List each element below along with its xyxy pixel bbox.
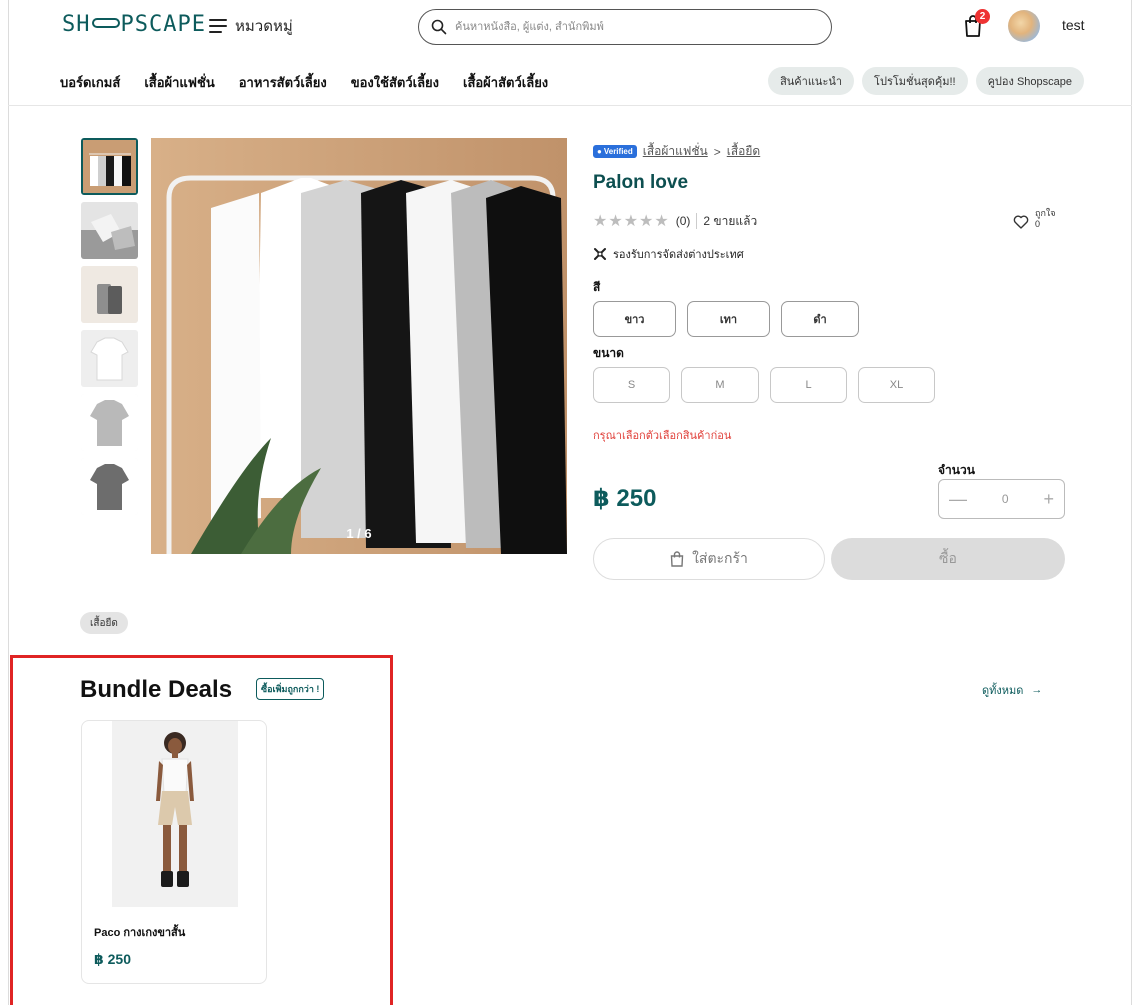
rating-divider xyxy=(696,213,698,229)
size-option-m[interactable]: M xyxy=(681,367,759,403)
add-to-cart-button[interactable]: ใส่ตะกร้า xyxy=(593,538,825,580)
logo-o-icon xyxy=(91,18,120,28)
shipping-text: รองรับการจัดส่งต่างประเทศ xyxy=(613,249,744,261)
category-menu-button[interactable]: หมวดหมู่ xyxy=(209,14,293,38)
see-all-label: ดูทั้งหมด xyxy=(982,685,1024,697)
thumbnail-list xyxy=(81,138,139,522)
verified-label: Verified xyxy=(603,147,633,156)
decrease-button[interactable]: — xyxy=(949,489,967,510)
bundle-product-name: Paco กางเกงขาสั้น xyxy=(94,927,186,939)
quantity-stepper: — 0 + xyxy=(938,479,1065,519)
see-all-link[interactable]: ดูทั้งหมด → xyxy=(982,681,1042,699)
bundle-badge: ซื้อเพิ่มถูกกว่า ! xyxy=(256,678,325,700)
like-button[interactable]: ถูกใจ 0 xyxy=(1013,208,1056,230)
menu-icon xyxy=(209,19,227,33)
search-input[interactable] xyxy=(455,21,815,33)
thumbnail-5[interactable] xyxy=(81,394,138,451)
breadcrumb-fashion[interactable]: เสื้อผ้าแฟชั่น xyxy=(643,142,708,161)
chip-recommended[interactable]: สินค้าแนะนำ xyxy=(768,67,855,95)
chip-promotion[interactable]: โปรโมชั่นสุดคุ้ม!! xyxy=(862,67,968,95)
thumbnail-6[interactable] xyxy=(81,458,138,515)
buy-button[interactable]: ซื้อ xyxy=(831,538,1065,580)
breadcrumb-separator: > xyxy=(713,144,721,159)
product-price: ฿ 250 xyxy=(593,485,657,512)
thumbnail-2[interactable] xyxy=(81,202,138,259)
verified-badge: ● Verified xyxy=(593,145,637,158)
arrow-right-icon: → xyxy=(1031,684,1043,696)
thumbnail-3[interactable] xyxy=(81,266,138,323)
search-icon xyxy=(431,19,447,35)
category-nav: บอร์ดเกมส์ เสื้อผ้าแฟชั่น อาหารสัตว์เลี้… xyxy=(60,72,548,93)
shopscape-logo[interactable]: SH PSCAPE xyxy=(62,12,206,37)
color-label: สี xyxy=(593,280,601,294)
add-to-cart-label: ใส่ตะกร้า xyxy=(692,550,748,566)
like-info: ถูกใจ 0 xyxy=(1035,208,1056,230)
size-option-l[interactable]: L xyxy=(770,367,847,403)
logo-text-left: SH xyxy=(62,12,91,37)
size-option-s[interactable]: S xyxy=(593,367,670,403)
bundle-product-image xyxy=(112,721,238,907)
product-tag[interactable]: เสื้อยืด xyxy=(80,612,128,634)
like-count: 0 xyxy=(1035,219,1041,229)
logo-text-right: PSCAPE xyxy=(120,12,206,37)
thumbnail-4[interactable] xyxy=(81,330,138,387)
main-product-image[interactable] xyxy=(151,138,567,554)
color-option-gray[interactable]: เทา xyxy=(687,301,770,337)
airplane-icon xyxy=(594,248,606,260)
rating-count: (0) xyxy=(675,214,691,228)
shipping-info: รองรับการจัดส่งต่างประเทศ xyxy=(593,245,744,263)
increase-button[interactable]: + xyxy=(1043,489,1054,510)
like-label: ถูกใจ xyxy=(1035,208,1056,218)
sold-count: 2 ขายแล้ว xyxy=(703,213,758,228)
thumbnail-1[interactable] xyxy=(81,138,138,195)
color-option-black[interactable]: ดำ xyxy=(781,301,859,337)
user-avatar[interactable] xyxy=(1008,10,1040,42)
breadcrumb-tshirt[interactable]: เสื้อยืด xyxy=(727,142,760,161)
nav-item-pet-clothes[interactable]: เสื้อผ้าสัตว์เลี้ยง xyxy=(463,72,548,93)
nav-item-pet-supplies[interactable]: ของใช้สัตว์เลี้ยง xyxy=(351,72,439,93)
bundle-product-price: ฿ 250 xyxy=(94,951,131,967)
quantity-label: จำนวน xyxy=(938,463,975,477)
header-divider xyxy=(8,105,1132,106)
nav-item-fashion[interactable]: เสื้อผ้าแฟชั่น xyxy=(144,72,214,93)
color-option-white[interactable]: ขาว xyxy=(593,301,676,337)
star-rating-icon: ★★★★★ xyxy=(593,213,670,230)
product-page: SH PSCAPE หมวดหมู่ 2 test บอร์ดเกมส์ เสื้… xyxy=(0,0,1132,1005)
search-bar[interactable] xyxy=(418,9,832,45)
size-label: ขนาด xyxy=(593,346,624,360)
bundle-title: Bundle Deals xyxy=(80,676,233,703)
size-option-xl[interactable]: XL xyxy=(858,367,935,403)
cart-count-badge: 2 xyxy=(975,9,990,24)
size-options: S M L XL xyxy=(593,367,935,403)
option-warning: กรุณาเลือกตัวเลือกสินค้าก่อน xyxy=(593,430,732,442)
rating-row: ★★★★★ (0) 2 ขายแล้ว xyxy=(593,211,757,231)
nav-item-boardgames[interactable]: บอร์ดเกมส์ xyxy=(60,72,120,93)
username[interactable]: test xyxy=(1062,17,1085,33)
color-options: ขาว เทา ดำ xyxy=(593,301,859,337)
breadcrumb: ● Verified เสื้อผ้าแฟชั่น > เสื้อยืด xyxy=(593,142,760,161)
image-counter: 1 / 6 xyxy=(346,526,372,541)
check-icon: ● xyxy=(597,147,602,156)
chip-coupon[interactable]: คูปอง Shopscape xyxy=(975,67,1084,95)
promo-chips: สินค้าแนะนำ โปรโมชั่นสุดคุ้ม!! คูปอง Sho… xyxy=(768,67,1084,95)
quantity-value[interactable]: 0 xyxy=(1002,492,1009,506)
nav-item-pet-food[interactable]: อาหารสัตว์เลี้ยง xyxy=(239,72,327,93)
category-label: หมวดหมู่ xyxy=(235,18,293,35)
bundle-product-card[interactable]: Paco กางเกงขาสั้น ฿ 250 xyxy=(81,720,267,984)
heart-icon xyxy=(1013,215,1029,229)
product-title: Palon love xyxy=(593,172,689,193)
shopping-bag-icon xyxy=(670,551,684,567)
